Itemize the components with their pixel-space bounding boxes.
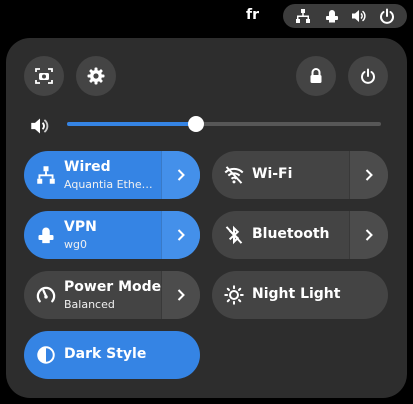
power-mode-toggle[interactable]: Power Mode Balanced <box>24 271 162 319</box>
vpn-icon <box>38 227 54 244</box>
settings-icon <box>87 67 105 85</box>
vpn-icon <box>326 10 338 23</box>
screenshot-button[interactable] <box>24 56 64 96</box>
bluetooth-toggle[interactable]: Bluetooth <box>212 211 350 259</box>
night-light-title: Night Light <box>252 286 341 302</box>
dark-style-title: Dark Style <box>64 346 147 362</box>
lock-screen-button[interactable] <box>296 56 336 96</box>
network-wired-icon <box>296 9 310 23</box>
vpn-title: VPN <box>64 219 97 235</box>
night-light-icon <box>224 285 244 305</box>
screenshot-icon <box>35 68 53 84</box>
dark-style-icon <box>37 346 55 364</box>
network-wired-icon <box>37 166 55 184</box>
chevron-right-icon <box>177 289 185 301</box>
vpn-subtitle: wg0 <box>64 238 87 251</box>
power-profile-icon <box>36 286 56 303</box>
system-tray[interactable] <box>283 4 407 28</box>
bluetooth-disabled-icon <box>225 225 243 245</box>
top-bar: fr <box>0 0 413 32</box>
lock-icon <box>310 68 322 83</box>
chevron-right-icon <box>177 169 185 181</box>
quick-settings-panel: Wired Aquantia Ethernet Wi-Fi VPN wg0 Bl… <box>6 38 407 398</box>
vpn-toggle[interactable]: VPN wg0 <box>24 211 162 259</box>
keyboard-layout-indicator[interactable]: fr <box>246 7 259 23</box>
chevron-right-icon <box>177 229 185 241</box>
bluetooth-toggle-tile: Bluetooth <box>212 211 388 259</box>
chevron-right-icon <box>365 229 373 241</box>
wired-toggle-tile: Wired Aquantia Ethernet <box>24 151 200 199</box>
dark-style-toggle[interactable]: Dark Style <box>24 331 200 379</box>
power-icon <box>361 68 375 84</box>
power-off-button[interactable] <box>348 56 388 96</box>
wifi-menu-button[interactable] <box>349 151 388 199</box>
wired-menu-button[interactable] <box>161 151 200 199</box>
wired-subtitle: Aquantia Ethernet <box>64 178 156 191</box>
power-mode-title: Power Mode <box>64 279 162 295</box>
volume-slider-handle[interactable] <box>187 116 204 132</box>
volume-icon[interactable] <box>30 116 50 136</box>
night-light-toggle[interactable]: Night Light <box>212 271 388 319</box>
vpn-toggle-tile: VPN wg0 <box>24 211 200 259</box>
volume-slider-fill <box>67 122 196 126</box>
wired-toggle[interactable]: Wired Aquantia Ethernet <box>24 151 162 199</box>
volume-slider[interactable] <box>67 116 381 132</box>
wifi-toggle-tile: Wi-Fi <box>212 151 388 199</box>
vpn-menu-button[interactable] <box>161 211 200 259</box>
chevron-right-icon <box>365 169 373 181</box>
wifi-toggle[interactable]: Wi-Fi <box>212 151 350 199</box>
power-mode-toggle-tile: Power Mode Balanced <box>24 271 200 319</box>
power-icon <box>380 8 394 24</box>
settings-button[interactable] <box>76 56 116 96</box>
bluetooth-menu-button[interactable] <box>349 211 388 259</box>
wifi-disabled-icon <box>224 166 244 184</box>
wired-title: Wired <box>64 159 111 175</box>
power-mode-subtitle: Balanced <box>64 298 115 311</box>
volume-icon <box>352 10 366 22</box>
wifi-title: Wi-Fi <box>252 166 293 182</box>
bluetooth-title: Bluetooth <box>252 226 330 242</box>
power-mode-menu-button[interactable] <box>161 271 200 319</box>
